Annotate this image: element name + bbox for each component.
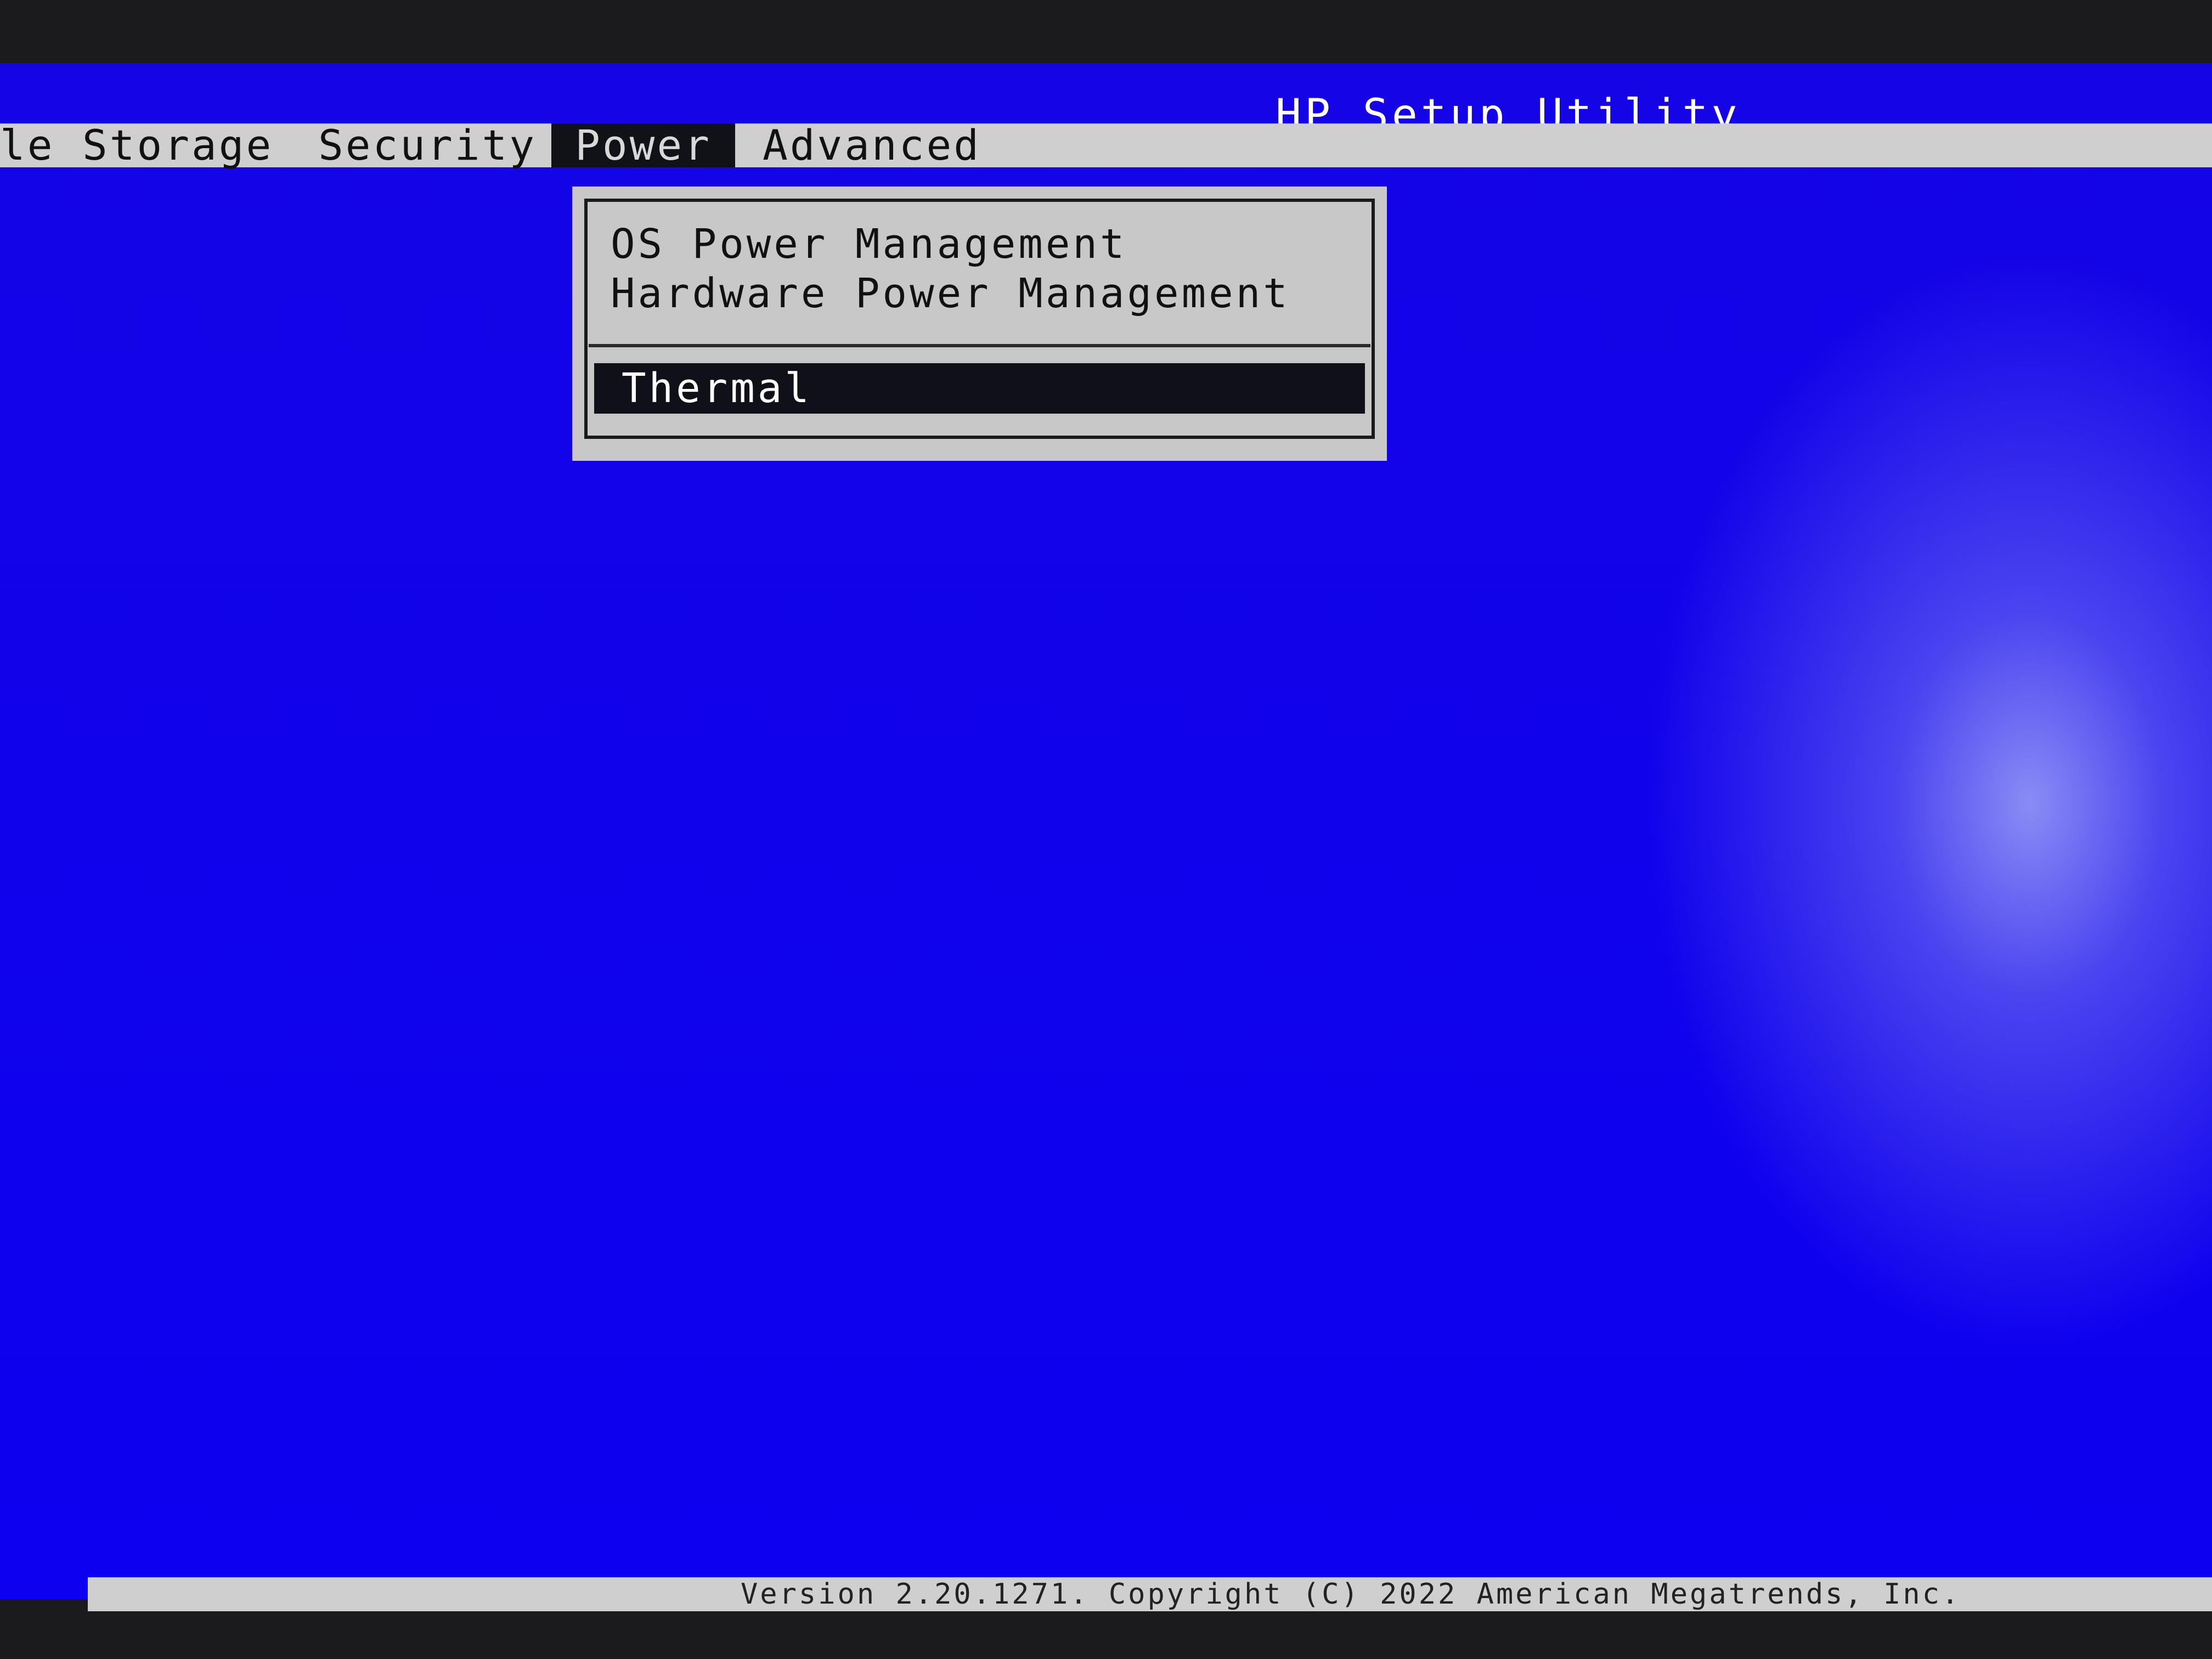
menu-item-storage[interactable]: Storage — [66, 123, 290, 167]
menu-option-hardware-power-management[interactable]: Hardware Power Management — [611, 269, 1290, 318]
menu-bar: le Storage Security Power Advanced — [0, 123, 2212, 167]
status-bar: Version 2.20.1271. Copyright (C) 2022 Am… — [88, 1577, 2212, 1611]
menu-option-thermal[interactable]: Thermal — [594, 363, 1365, 414]
menu-item-advanced[interactable]: Advanced — [746, 123, 997, 167]
menu-item-security[interactable]: Security — [302, 123, 553, 167]
power-dropdown-menu: OS Power Management Hardware Power Manag… — [572, 187, 1387, 461]
version-copyright-text: Version 2.20.1271. Copyright (C) 2022 Am… — [741, 1578, 1961, 1611]
bios-screen: HP Setup Utility le Storage Security Pow… — [0, 63, 2212, 1611]
menu-option-os-power-management[interactable]: OS Power Management — [611, 219, 1127, 269]
menu-divider — [589, 344, 1370, 347]
menu-item-power[interactable]: Power — [551, 123, 735, 167]
menu-item-file[interactable]: le — [0, 123, 71, 167]
